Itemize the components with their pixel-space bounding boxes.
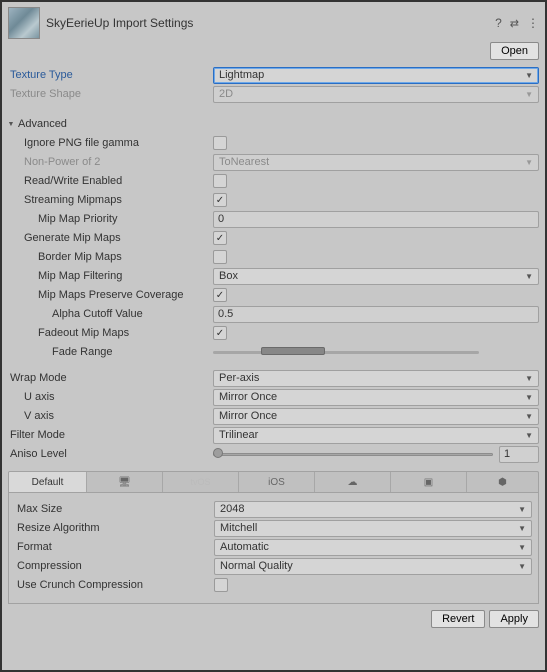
preserve-cov-checkbox[interactable]: ✓ bbox=[213, 288, 227, 302]
resize-label: Resize Algorithm bbox=[15, 522, 214, 534]
asset-title: SkyEerieUp Import Settings bbox=[46, 16, 489, 30]
mip-filter-select[interactable]: Box ▼ bbox=[213, 268, 539, 285]
filter-mode-select[interactable]: Trilinear ▼ bbox=[213, 427, 539, 444]
texture-type-value: Lightmap bbox=[219, 69, 264, 81]
wrap-u-value: Mirror Once bbox=[219, 391, 277, 403]
apply-button[interactable]: Apply bbox=[489, 610, 539, 628]
texture-type-label: Texture Type bbox=[8, 69, 213, 81]
monitor-icon: 🖥 bbox=[118, 477, 131, 488]
aniso-label: Aniso Level bbox=[8, 448, 213, 460]
asset-thumbnail bbox=[8, 7, 40, 39]
border-mip-label: Border Mip Maps bbox=[8, 251, 213, 263]
texture-shape-value: 2D bbox=[219, 88, 233, 100]
maxsize-select[interactable]: 2048 ▼ bbox=[214, 501, 532, 518]
webgl-icon: ⬢ bbox=[498, 477, 507, 488]
preset-icon[interactable]: ⇄ bbox=[510, 17, 519, 30]
streaming-checkbox[interactable]: ✓ bbox=[213, 193, 227, 207]
maxsize-value: 2048 bbox=[220, 503, 244, 515]
texture-shape-label: Texture Shape bbox=[8, 88, 213, 100]
advanced-foldout[interactable]: ▼ Advanced bbox=[6, 118, 539, 130]
mip-priority-label: Mip Map Priority bbox=[8, 213, 213, 225]
tab-android[interactable]: ▣ bbox=[391, 472, 467, 492]
filter-mode-value: Trilinear bbox=[219, 429, 258, 441]
android-icon: ▣ bbox=[424, 477, 433, 488]
format-value: Automatic bbox=[220, 541, 269, 553]
crunch-label: Use Crunch Compression bbox=[15, 579, 214, 591]
chevron-down-icon: ▼ bbox=[525, 158, 533, 167]
chevron-down-icon: ▼ bbox=[525, 71, 533, 80]
tab-standalone[interactable]: 🖥 bbox=[87, 472, 163, 492]
crunch-checkbox[interactable] bbox=[214, 578, 228, 592]
aniso-slider[interactable] bbox=[213, 447, 493, 461]
wrap-v-value: Mirror Once bbox=[219, 410, 277, 422]
maxsize-label: Max Size bbox=[15, 503, 214, 515]
header-bar: SkyEerieUp Import Settings ? ⇄ ⋮ bbox=[8, 6, 539, 40]
preserve-cov-label: Mip Maps Preserve Coverage bbox=[8, 289, 213, 301]
texture-type-select[interactable]: Lightmap ▼ bbox=[213, 67, 539, 84]
ignore-png-label: Ignore PNG file gamma bbox=[8, 137, 213, 149]
compression-value: Normal Quality bbox=[220, 560, 293, 572]
fadeout-checkbox[interactable]: ✓ bbox=[213, 326, 227, 340]
help-icon[interactable]: ? bbox=[495, 16, 502, 30]
mip-filter-value: Box bbox=[219, 270, 238, 282]
resize-value: Mitchell bbox=[220, 522, 257, 534]
format-label: Format bbox=[15, 541, 214, 553]
chevron-down-icon: ▼ bbox=[518, 524, 526, 533]
triangle-down-icon: ▼ bbox=[6, 121, 16, 128]
npo2-select: ToNearest ▼ bbox=[213, 154, 539, 171]
chevron-down-icon: ▼ bbox=[518, 562, 526, 571]
wrap-mode-select[interactable]: Per-axis ▼ bbox=[213, 370, 539, 387]
chevron-down-icon: ▼ bbox=[525, 90, 533, 99]
chevron-down-icon: ▼ bbox=[525, 374, 533, 383]
wrap-u-label: U axis bbox=[8, 391, 213, 403]
revert-button[interactable]: Revert bbox=[431, 610, 485, 628]
mip-priority-field[interactable] bbox=[213, 211, 539, 228]
alpha-cutoff-field[interactable] bbox=[213, 306, 539, 323]
platform-tabbar: Default 🖥 tvOS iOS ☁ ▣ ⬢ bbox=[8, 471, 539, 493]
wrap-u-select[interactable]: Mirror Once ▼ bbox=[213, 389, 539, 406]
tab-webgl[interactable]: ⬢ bbox=[467, 472, 538, 492]
tab-tvos[interactable]: tvOS bbox=[163, 472, 239, 492]
chevron-down-icon: ▼ bbox=[525, 431, 533, 440]
wrap-mode-value: Per-axis bbox=[219, 372, 259, 384]
chevron-down-icon: ▼ bbox=[525, 393, 533, 402]
inspector-panel: SkyEerieUp Import Settings ? ⇄ ⋮ Open Te… bbox=[2, 2, 545, 634]
lumin-icon: ☁ bbox=[348, 477, 358, 488]
ignore-png-checkbox[interactable] bbox=[213, 136, 227, 150]
chevron-down-icon: ▼ bbox=[518, 505, 526, 514]
platform-settings: Max Size 2048 ▼ Resize Algorithm Mitchel… bbox=[8, 493, 539, 604]
chevron-down-icon: ▼ bbox=[525, 412, 533, 421]
fadeout-label: Fadeout Mip Maps bbox=[8, 327, 213, 339]
chevron-down-icon: ▼ bbox=[525, 272, 533, 281]
wrap-v-select[interactable]: Mirror Once ▼ bbox=[213, 408, 539, 425]
compression-select[interactable]: Normal Quality ▼ bbox=[214, 558, 532, 575]
texture-shape-select: 2D ▼ bbox=[213, 86, 539, 103]
fade-range-label: Fade Range bbox=[8, 346, 213, 358]
filter-mode-label: Filter Mode bbox=[8, 429, 213, 441]
tab-default[interactable]: Default bbox=[9, 472, 87, 492]
open-button[interactable]: Open bbox=[490, 42, 539, 60]
tab-lumin[interactable]: ☁ bbox=[315, 472, 391, 492]
aniso-field[interactable] bbox=[499, 446, 539, 463]
wrap-mode-label: Wrap Mode bbox=[8, 372, 213, 384]
chevron-down-icon: ▼ bbox=[518, 543, 526, 552]
streaming-label: Streaming Mipmaps bbox=[8, 194, 213, 206]
border-mip-checkbox[interactable] bbox=[213, 250, 227, 264]
rw-checkbox[interactable] bbox=[213, 174, 227, 188]
alpha-cutoff-label: Alpha Cutoff Value bbox=[8, 308, 213, 320]
mip-filter-label: Mip Map Filtering bbox=[8, 270, 213, 282]
format-select[interactable]: Automatic ▼ bbox=[214, 539, 532, 556]
menu-icon[interactable]: ⋮ bbox=[527, 16, 539, 30]
gen-mip-checkbox[interactable]: ✓ bbox=[213, 231, 227, 245]
npo2-label: Non-Power of 2 bbox=[8, 156, 213, 168]
gen-mip-label: Generate Mip Maps bbox=[8, 232, 213, 244]
rw-label: Read/Write Enabled bbox=[8, 175, 213, 187]
resize-select[interactable]: Mitchell ▼ bbox=[214, 520, 532, 537]
tab-ios[interactable]: iOS bbox=[239, 472, 315, 492]
fade-range-slider[interactable] bbox=[213, 345, 479, 359]
compression-label: Compression bbox=[15, 560, 214, 572]
wrap-v-label: V axis bbox=[8, 410, 213, 422]
advanced-heading: Advanced bbox=[18, 118, 67, 130]
npo2-value: ToNearest bbox=[219, 156, 269, 168]
